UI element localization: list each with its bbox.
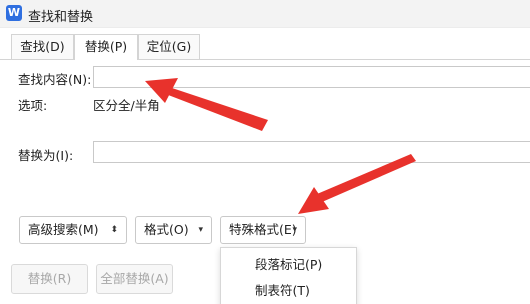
- find-what-input[interactable]: [93, 66, 530, 88]
- replace-button[interactable]: 替换(R): [11, 264, 88, 294]
- menu-item-paragraph-mark[interactable]: 段落标记(P): [221, 253, 358, 277]
- replace-all-button[interactable]: 全部替换(A): [96, 264, 173, 294]
- find-what-label: 查找内容(N):: [18, 72, 92, 87]
- chevron-down-icon: ▾: [198, 225, 203, 235]
- format-button[interactable]: 格式(O) ▾: [135, 216, 212, 244]
- tab-replace[interactable]: 替换(P): [74, 34, 138, 60]
- tab-find[interactable]: 查找(D): [11, 34, 74, 59]
- menu-item-tab-character[interactable]: 制表符(T): [221, 279, 358, 303]
- special-format-label: 特殊格式(E): [229, 222, 297, 237]
- title-bar: W 查找和替换: [0, 0, 530, 28]
- advanced-search-button[interactable]: 高级搜索(M) ⬍: [19, 216, 127, 244]
- tab-goto[interactable]: 定位(G): [138, 34, 200, 59]
- format-label: 格式(O): [144, 222, 189, 237]
- spinner-icon: ⬍: [110, 225, 118, 235]
- active-tab-gap: [75, 59, 137, 60]
- replace-with-label: 替换为(I):: [18, 148, 74, 163]
- special-format-menu: 段落标记(P) 制表符(T): [220, 247, 357, 304]
- annotation-arrow-icon: [298, 154, 416, 214]
- replace-with-input[interactable]: [93, 141, 530, 163]
- chevron-down-icon: ▾: [292, 225, 297, 235]
- options-value: 区分全/半角: [93, 98, 160, 113]
- special-format-button[interactable]: 特殊格式(E) ▾: [220, 216, 306, 244]
- wps-writer-icon: W: [6, 5, 22, 21]
- options-label: 选项:: [18, 98, 48, 113]
- window-title: 查找和替换: [28, 10, 94, 25]
- advanced-search-label: 高级搜索(M): [28, 222, 99, 237]
